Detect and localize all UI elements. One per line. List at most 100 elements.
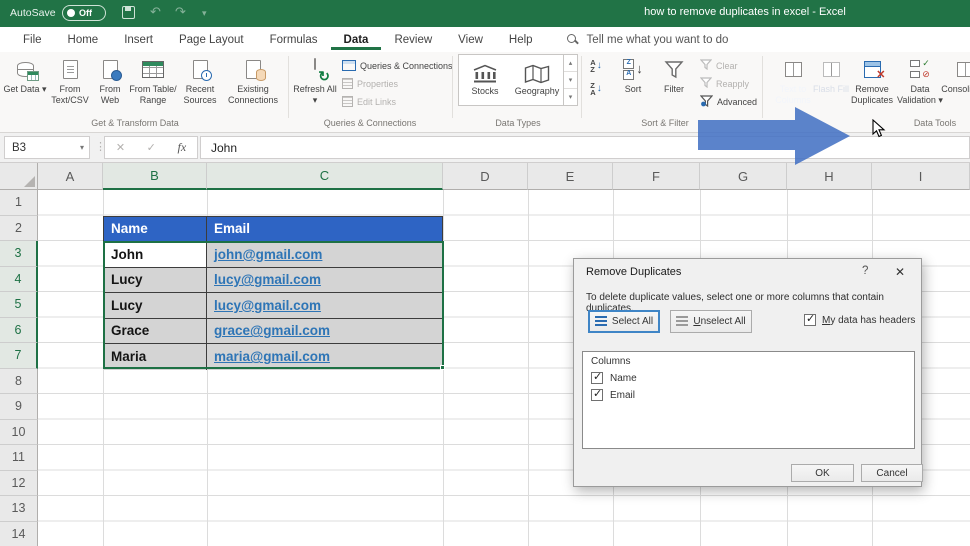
table-row: Maria maria@gmail.com (104, 344, 442, 370)
sort-az-button[interactable]: A Z ↓ (587, 57, 605, 75)
cell-c5[interactable]: lucy@gmail.com (207, 293, 442, 318)
formula-enter-icon[interactable]: ✓ (147, 141, 156, 154)
existing-connections-button[interactable]: Existing Connections (224, 55, 282, 117)
column-header-f[interactable]: F (613, 163, 700, 190)
column-header-d[interactable]: D (443, 163, 528, 190)
from-web-button[interactable]: From Web (92, 55, 128, 117)
cell-c2[interactable]: Email (207, 216, 442, 241)
tab-insert[interactable]: Insert (111, 29, 166, 50)
tab-help[interactable]: Help (496, 29, 546, 50)
cell-b6[interactable]: Grace (104, 318, 207, 343)
gallery-up-icon[interactable]: ▴ (564, 55, 577, 71)
row-header-11[interactable]: 11 (0, 445, 38, 471)
row-header-2[interactable]: 2 (0, 215, 38, 241)
name-box[interactable]: B3 ▾ (4, 136, 90, 159)
cell-b4[interactable]: Lucy (104, 267, 207, 292)
row-header-8[interactable]: 8 (0, 368, 38, 394)
stocks-button[interactable]: Stocks (459, 55, 511, 105)
sort-button[interactable]: Z A ↓ Sort (612, 55, 654, 117)
qat-more-icon[interactable]: ▾ (202, 8, 207, 19)
data-validation-button[interactable]: ✓ ⊘ Data Validation ▾ (897, 55, 943, 117)
tab-page-layout[interactable]: Page Layout (166, 29, 257, 50)
row-header-6[interactable]: 6 (0, 317, 38, 343)
tell-me-label: Tell me what you want to do (586, 33, 729, 46)
undo-icon[interactable]: ↶ (150, 4, 161, 20)
recent-sources-button[interactable]: Recent Sources (178, 55, 222, 117)
queries-connections-button[interactable]: Queries & Connections (342, 58, 453, 73)
edit-links-button[interactable]: Edit Links (342, 94, 396, 109)
select-all-button[interactable]: Select All (588, 310, 660, 333)
from-text-csv-button[interactable]: From Text/CSV (48, 55, 92, 117)
checkbox-checked-icon[interactable]: ✓ (591, 371, 603, 384)
columns-label: Columns (591, 356, 631, 367)
my-data-has-headers-checkbox[interactable]: ✓ My data has headers (804, 313, 915, 326)
consolidate-button[interactable]: Consolidate (940, 55, 970, 117)
column-item-email[interactable]: ✓ Email (591, 388, 635, 401)
save-icon[interactable] (122, 6, 135, 19)
unselect-all-button[interactable]: Unselect All (670, 310, 752, 333)
remove-duplicates-button[interactable]: ✕ Remove Duplicates (846, 55, 898, 117)
cancel-button[interactable]: Cancel (861, 464, 923, 482)
formula-cancel-icon[interactable]: ✕ (116, 141, 125, 154)
row-header-14[interactable]: 14 (0, 521, 38, 546)
cell-b5[interactable]: Lucy (104, 293, 207, 318)
cell-c6[interactable]: grace@gmail.com (207, 318, 442, 343)
cell-b7[interactable]: Maria (104, 344, 207, 370)
column-header-c[interactable]: C (207, 163, 443, 190)
advanced-filter-button[interactable]: Advanced (699, 94, 757, 109)
row-header-10[interactable]: 10 (0, 419, 38, 445)
gallery-down-icon[interactable]: ▾ (564, 71, 577, 88)
row-header-9[interactable]: 9 (0, 394, 38, 420)
get-data-button[interactable]: Get Data ▾ (2, 55, 48, 117)
cell-c3[interactable]: john@gmail.com (207, 242, 442, 267)
cell-c7[interactable]: maria@gmail.com (207, 344, 442, 370)
column-header-e[interactable]: E (528, 163, 613, 190)
row-header-7[interactable]: 7 (0, 343, 38, 369)
tab-data[interactable]: Data (330, 29, 382, 50)
column-header-b[interactable]: B (103, 163, 207, 190)
reapply-filter-button[interactable]: Reapply (699, 76, 749, 91)
dialog-close-icon[interactable]: ✕ (895, 265, 905, 279)
geography-button[interactable]: Geography (511, 55, 563, 105)
tab-formulas[interactable]: Formulas (257, 29, 331, 50)
namebox-caret-icon[interactable]: ▾ (80, 143, 84, 152)
from-table-range-button[interactable]: From Table/ Range (128, 55, 178, 117)
cell-b3-active[interactable]: John (104, 242, 207, 267)
row-header-13[interactable]: 13 (0, 496, 38, 522)
row-header-1[interactable]: 1 (0, 190, 38, 216)
properties-button[interactable]: Properties (342, 76, 398, 91)
tab-file[interactable]: File (10, 29, 55, 50)
columns-listbox[interactable]: Columns ✓ Name ✓ Email (582, 351, 915, 449)
group-separator (288, 56, 289, 118)
select-all-list-icon (594, 315, 607, 328)
insert-function-icon[interactable]: fx (178, 140, 187, 155)
sort-za-button[interactable]: Z A ↓ (587, 80, 605, 98)
window-title: how to remove duplicates in excel - Exce… (644, 6, 846, 18)
cylinder-icon (255, 68, 266, 81)
tell-me-search[interactable]: Tell me what you want to do (566, 33, 729, 46)
gallery-more-icon[interactable]: ▾ (564, 88, 577, 105)
checkbox-checked-icon[interactable]: ✓ (591, 388, 603, 401)
redo-icon[interactable]: ↷ (175, 4, 186, 20)
tab-review[interactable]: Review (381, 29, 445, 50)
dialog-help-icon[interactable]: ? (862, 265, 868, 277)
column-item-name[interactable]: ✓ Name (591, 371, 637, 384)
tab-home[interactable]: Home (55, 29, 112, 50)
connections-file-icon (245, 59, 266, 81)
row-header-5[interactable]: 5 (0, 292, 38, 318)
column-header-a[interactable]: A (38, 163, 103, 190)
annotation-arrow (690, 102, 856, 177)
select-all-corner[interactable] (0, 163, 38, 190)
row-header-3[interactable]: 3 (0, 241, 38, 267)
row-header-12[interactable]: 12 (0, 470, 38, 496)
tab-view[interactable]: View (445, 29, 496, 50)
ok-button[interactable]: OK (791, 464, 854, 482)
refresh-all-button[interactable]: ↻ Refresh All ▾ (292, 55, 338, 117)
clear-filter-button[interactable]: Clear (699, 58, 738, 73)
row-header-4[interactable]: 4 (0, 266, 38, 292)
autosave-toggle[interactable]: Off (62, 5, 106, 21)
cell-c4[interactable]: lucy@gmail.com (207, 267, 442, 292)
cell-b2[interactable]: Name (104, 216, 207, 241)
filter-button[interactable]: Filter (654, 55, 694, 117)
column-header-i[interactable]: I (872, 163, 970, 190)
